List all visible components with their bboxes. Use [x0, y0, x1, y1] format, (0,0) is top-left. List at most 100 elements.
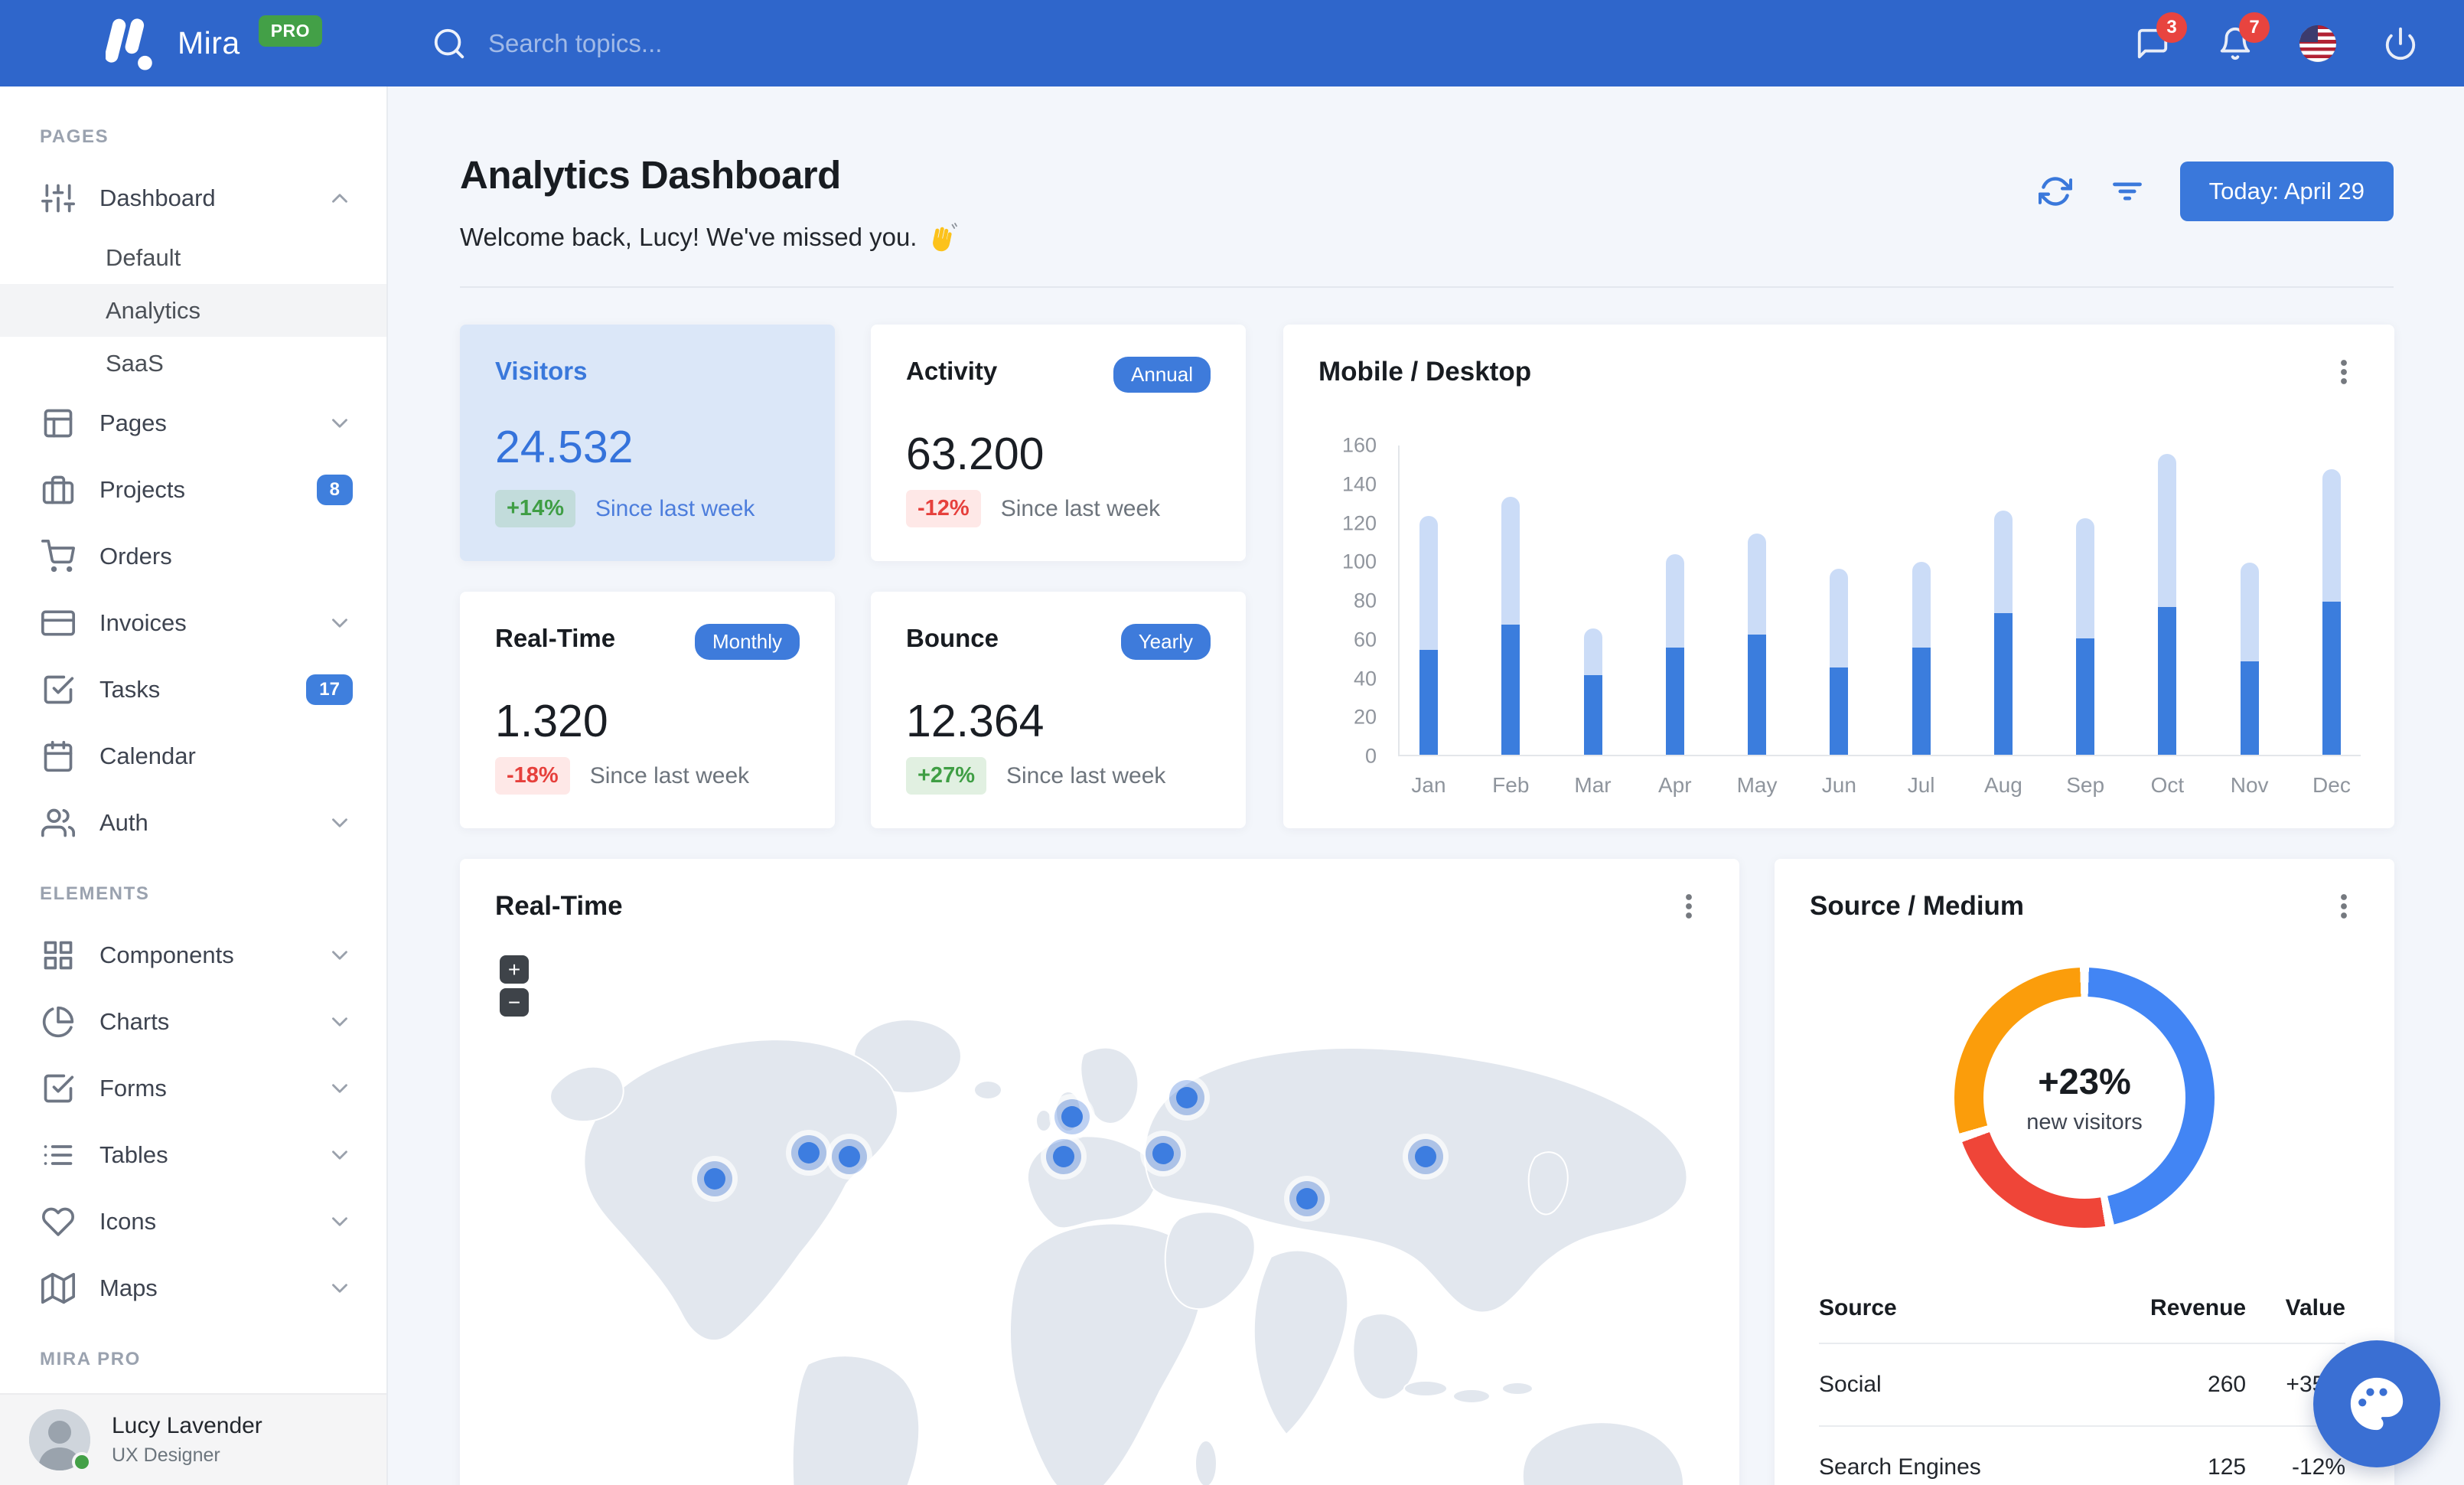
bar-dec[interactable]: Dec	[2312, 445, 2351, 797]
realtime-map-card: Real-Time + −	[460, 859, 1739, 1485]
refresh-icon	[2038, 177, 2072, 206]
stat-period-badge[interactable]: Monthly	[694, 624, 800, 660]
source-menu-button[interactable]	[2329, 889, 2359, 923]
sidebar-item-label: Orders	[99, 542, 172, 570]
bar-feb[interactable]: Feb	[1492, 445, 1529, 797]
sidebar-item-invoices[interactable]: Invoices	[0, 589, 386, 656]
sidebar-item-projects[interactable]: Projects 8	[0, 456, 386, 523]
welcome-subtitle: Welcome back, Lucy! We've missed you.	[460, 222, 958, 253]
date-range-button[interactable]: Today: April 29	[2179, 162, 2394, 221]
mobile-segment	[1583, 675, 1602, 755]
bar-apr[interactable]: Apr	[1658, 445, 1692, 797]
x-tick-label: Aug	[1983, 773, 2022, 797]
map-zoom-in-button[interactable]: +	[500, 955, 529, 984]
donut-center: +23% new visitors	[1983, 997, 2185, 1199]
donut-center-label: new visitors	[2026, 1110, 2143, 1134]
y-tick-label: 120	[1341, 511, 1377, 534]
desktop-segment	[1583, 628, 1602, 675]
x-tick-label: Apr	[1658, 773, 1692, 797]
sidebar-item-maps[interactable]: Maps	[0, 1255, 386, 1321]
map-marker-moscow[interactable]	[1169, 1080, 1204, 1115]
brand-area[interactable]: Mira PRO	[0, 15, 387, 72]
sidebar-item-label: Projects	[99, 475, 185, 503]
sidebar-item-components[interactable]: Components	[0, 922, 386, 988]
chevron-down-icon	[327, 942, 353, 968]
bar-jun[interactable]: Jun	[1822, 445, 1856, 797]
sidebar-item-label: Icons	[99, 1207, 157, 1235]
x-tick-label: Jun	[1821, 773, 1856, 797]
desktop-segment	[1912, 562, 1931, 648]
sidebar-item-tables[interactable]: Tables	[0, 1121, 386, 1188]
sidebar-item-pages[interactable]: Pages	[0, 390, 386, 456]
bar-plot-area: Jan Feb Mar Apr May Jun Jul Aug Sep Oct Nov Dec	[1398, 445, 2361, 797]
bar-aug[interactable]: Aug	[1984, 445, 2022, 797]
refresh-button[interactable]	[2036, 172, 2075, 211]
revenue-cell: 260	[2087, 1343, 2247, 1427]
map-zoom-controls: + −	[500, 955, 529, 1017]
bar-may[interactable]: May	[1737, 445, 1778, 797]
language-button[interactable]	[2299, 24, 2337, 63]
theme-settings-fab[interactable]	[2313, 1340, 2440, 1467]
desktop-segment	[2076, 518, 2095, 638]
bar-mar[interactable]: Mar	[1574, 445, 1612, 797]
sidebar-item-tasks[interactable]: Tasks 17	[0, 656, 386, 723]
mobile-desktop-card: Mobile / Desktop 0 20 40 60 80 100 120 140 160 J…	[1283, 325, 2394, 828]
stat-card-visitors: Visitors 24.532 +14% Since last week	[460, 325, 835, 561]
stat-caption: Since last week	[1000, 495, 1161, 521]
map-marker-beijing[interactable]	[1408, 1139, 1443, 1174]
chevron-down-icon	[327, 810, 353, 836]
bar-jan[interactable]: Jan	[1411, 445, 1446, 797]
header-divider	[460, 286, 2394, 288]
sidebar-subitem-default[interactable]: Default	[0, 231, 386, 284]
kebab-icon	[2341, 360, 2347, 384]
x-tick-label: Feb	[1492, 773, 1530, 797]
user-profile[interactable]: Lucy Lavender UX Designer	[0, 1393, 386, 1485]
filter-button[interactable]	[2108, 172, 2146, 211]
waving-hand-emoji	[927, 222, 958, 253]
donut-center-value: +23%	[2038, 1061, 2131, 1102]
stat-period-badge[interactable]: Yearly	[1120, 624, 1211, 660]
chart-card-title: Mobile / Desktop	[1318, 357, 1532, 387]
sidebar-item-auth[interactable]: Auth	[0, 789, 386, 856]
map-marker-chicago[interactable]	[791, 1135, 826, 1170]
map-marker-london[interactable]	[1054, 1099, 1090, 1134]
stat-cards-grid: Visitors 24.532 +14% Since last week Activit…	[460, 325, 1246, 828]
sidebar-item-label: Maps	[99, 1274, 158, 1301]
map-marker-madrid[interactable]	[1046, 1139, 1081, 1174]
sidebar-item-orders[interactable]: Orders	[0, 523, 386, 589]
sidebar-item-dashboard[interactable]: Dashboard	[0, 165, 386, 231]
chart-menu-button[interactable]	[2329, 355, 2359, 389]
chevron-down-icon	[327, 410, 353, 436]
stat-period-badge[interactable]: Annual	[1113, 357, 1211, 393]
notifications-count-badge: 7	[2239, 11, 2270, 43]
sidebar-subitem-analytics[interactable]: Analytics	[0, 284, 386, 337]
sidebar-item-icons[interactable]: Icons	[0, 1188, 386, 1255]
y-axis-labels: 0 20 40 60 80 100 120 140 160	[1318, 434, 1377, 768]
map-marker-istanbul[interactable]	[1146, 1136, 1181, 1171]
bar-sep[interactable]: Sep	[2066, 445, 2104, 797]
donut-chart: +23% new visitors	[1954, 968, 2215, 1228]
sidebar-subitem-saas[interactable]: SaaS	[0, 337, 386, 390]
stat-value: 63.200	[906, 429, 1045, 479]
search-input[interactable]: Search topics...	[432, 26, 2133, 61]
palette-icon	[2350, 1377, 2404, 1431]
bar-oct[interactable]: Oct	[2151, 445, 2184, 797]
sign-out-button[interactable]	[2381, 24, 2420, 63]
bar-nov[interactable]: Nov	[2231, 445, 2269, 797]
map-zoom-out-button[interactable]: −	[500, 988, 529, 1017]
sidebar-badge: 17	[306, 674, 353, 705]
messages-button[interactable]: 3	[2133, 11, 2187, 63]
map-marker-san-francisco[interactable]	[697, 1161, 732, 1196]
revenue-cell: 125	[2087, 1426, 2247, 1485]
map-marker-new-york[interactable]	[832, 1139, 867, 1174]
sidebar-item-calendar[interactable]: Calendar	[0, 723, 386, 789]
notifications-button[interactable]: 7	[2216, 11, 2270, 63]
grid-icon	[41, 938, 75, 972]
user-role: UX Designer	[112, 1444, 220, 1466]
map-marker-delhi[interactable]	[1289, 1181, 1325, 1216]
stat-caption: Since last week	[589, 762, 750, 788]
sidebar-item-charts[interactable]: Charts	[0, 988, 386, 1055]
sidebar-item-forms[interactable]: Forms	[0, 1055, 386, 1121]
kebab-icon	[2341, 894, 2347, 919]
bar-jul[interactable]: Jul	[1908, 445, 1934, 797]
